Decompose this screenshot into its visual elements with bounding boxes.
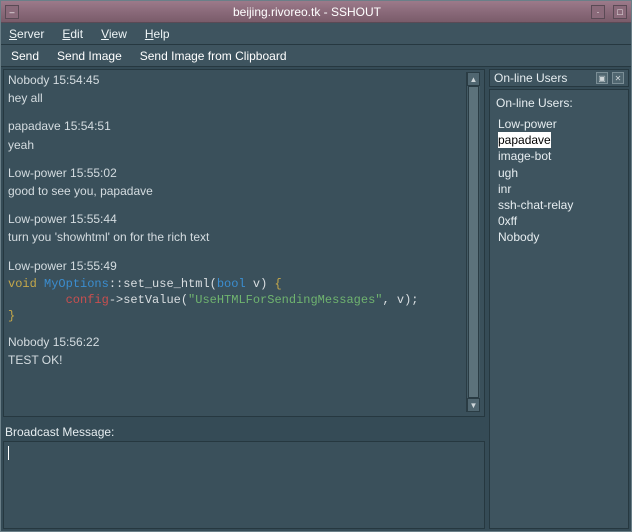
user-item[interactable]: ugh (496, 165, 622, 181)
send-image-clipboard-button[interactable]: Send Image from Clipboard (140, 49, 287, 63)
message-text: TEST OK! (8, 352, 466, 368)
scroll-down-icon[interactable]: ▼ (467, 398, 480, 412)
window-menu-button[interactable]: – (5, 5, 19, 19)
user-item[interactable]: Nobody (496, 229, 622, 245)
user-item-selected[interactable]: papadave (498, 132, 551, 148)
message-text: turn you 'showhtml' on for the rich text (8, 229, 466, 245)
message-meta: Low-power 15:55:02 (8, 165, 466, 181)
send-image-button[interactable]: Send Image (57, 49, 122, 63)
text-cursor (8, 446, 9, 460)
menu-server[interactable]: Server (9, 27, 44, 41)
maximize-button[interactable]: □ (613, 5, 627, 19)
message-meta: Low-power 15:55:49 (8, 258, 466, 274)
window-title: beijing.rivoreo.tk - SSHOUT (23, 5, 591, 19)
broadcast-input[interactable] (3, 441, 485, 529)
message-text: yeah (8, 137, 466, 153)
menubar: Server Edit View Help (1, 23, 631, 45)
users-panel-title: On-line Users (494, 71, 567, 85)
panel-undock-icon[interactable]: ▣ (596, 72, 608, 84)
broadcast-label: Broadcast Message: (3, 421, 485, 441)
message-meta: Low-power 15:55:44 (8, 211, 466, 227)
code-block: void MyOptions::set_use_html(bool v) { c… (8, 276, 466, 325)
message-meta: Nobody 15:54:45 (8, 72, 466, 88)
user-item[interactable]: image-bot (496, 148, 622, 164)
menu-view[interactable]: View (101, 27, 127, 41)
chat-scrollbar[interactable]: ▲ ▼ (466, 72, 480, 412)
user-item[interactable]: Low-power (496, 116, 622, 132)
menu-help[interactable]: Help (145, 27, 170, 41)
scroll-thumb[interactable] (468, 86, 479, 398)
message-text: hey all (8, 90, 466, 106)
app-window: – beijing.rivoreo.tk - SSHOUT · □ Server… (0, 0, 632, 532)
users-panel-header: On-line Users ▣ ✕ (489, 69, 629, 87)
message-text: good to see you, papadave (8, 183, 466, 199)
users-panel-subtitle: On-line Users: (496, 96, 622, 110)
chat-log: Nobody 15:54:45 hey all papadave 15:54:5… (3, 69, 485, 417)
message-meta: papadave 15:54:51 (8, 118, 466, 134)
scroll-up-icon[interactable]: ▲ (467, 72, 480, 86)
user-list: Low-power papadave image-bot ugh inr ssh… (496, 116, 622, 246)
user-item[interactable]: 0xff (496, 213, 622, 229)
send-button[interactable]: Send (11, 49, 39, 63)
minimize-button[interactable]: · (591, 5, 605, 19)
panel-close-icon[interactable]: ✕ (612, 72, 624, 84)
menu-edit[interactable]: Edit (62, 27, 83, 41)
user-item: papadave (496, 132, 622, 148)
users-panel: On-line Users: Low-power papadave image-… (489, 89, 629, 529)
user-item[interactable]: inr (496, 181, 622, 197)
user-item[interactable]: ssh-chat-relay (496, 197, 622, 213)
toolbar: Send Send Image Send Image from Clipboar… (1, 45, 631, 67)
titlebar: – beijing.rivoreo.tk - SSHOUT · □ (1, 1, 631, 23)
message-meta: Nobody 15:56:22 (8, 334, 466, 350)
